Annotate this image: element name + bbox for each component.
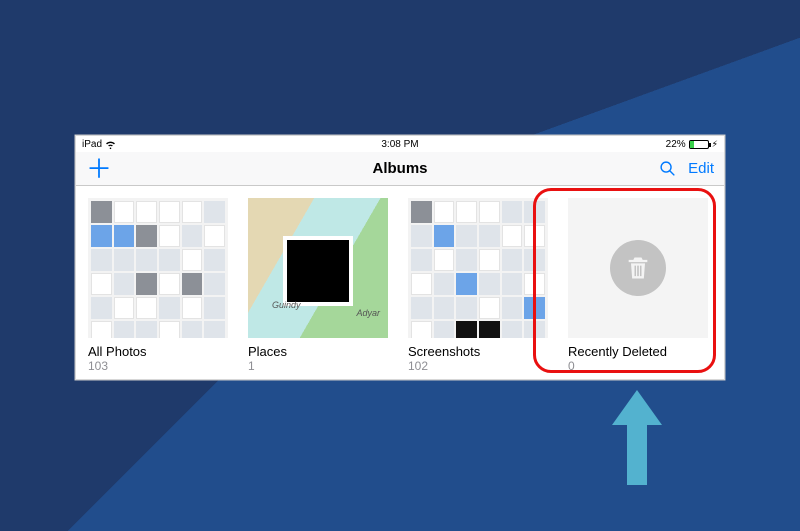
page-title: Albums [372, 160, 427, 177]
wifi-icon [105, 139, 116, 150]
clock: 3:08 PM [381, 139, 418, 150]
search-button[interactable] [659, 160, 676, 177]
status-bar: iPad 3:08 PM 22% ⚡︎ [76, 136, 724, 152]
map-label: Adyar [356, 308, 380, 318]
device-name: iPad [82, 139, 102, 150]
album-thumbnail [408, 198, 548, 338]
album-name: Places [248, 344, 388, 359]
trash-icon [624, 254, 652, 282]
album-name: Recently Deleted [568, 344, 708, 359]
album-count: 1 [248, 359, 388, 373]
album-name: Screenshots [408, 344, 548, 359]
navigation-bar: ＋ Albums Edit [76, 152, 724, 186]
battery-icon [689, 140, 709, 149]
album-recently-deleted[interactable]: Recently Deleted 0 [568, 198, 708, 373]
charging-icon: ⚡︎ [712, 139, 718, 150]
album-name: All Photos [88, 344, 228, 359]
map-label: Guindy [272, 300, 301, 310]
album-screenshots[interactable]: Screenshots 102 [408, 198, 548, 373]
album-places[interactable]: Adyar Guindy Places 1 [248, 198, 388, 373]
album-grid: All Photos 103 Adyar Guindy Places 1 [76, 186, 724, 380]
album-count: 103 [88, 359, 228, 373]
album-thumbnail: Adyar Guindy [248, 198, 388, 338]
album-count: 102 [408, 359, 548, 373]
edit-button[interactable]: Edit [688, 160, 714, 177]
photos-app-window: iPad 3:08 PM 22% ⚡︎ ＋ Albums Edit [75, 135, 725, 380]
battery-percent: 22% [666, 139, 686, 150]
album-thumbnail [568, 198, 708, 338]
album-thumbnail [88, 198, 228, 338]
album-count: 0 [568, 359, 708, 373]
album-all-photos[interactable]: All Photos 103 [88, 198, 228, 373]
